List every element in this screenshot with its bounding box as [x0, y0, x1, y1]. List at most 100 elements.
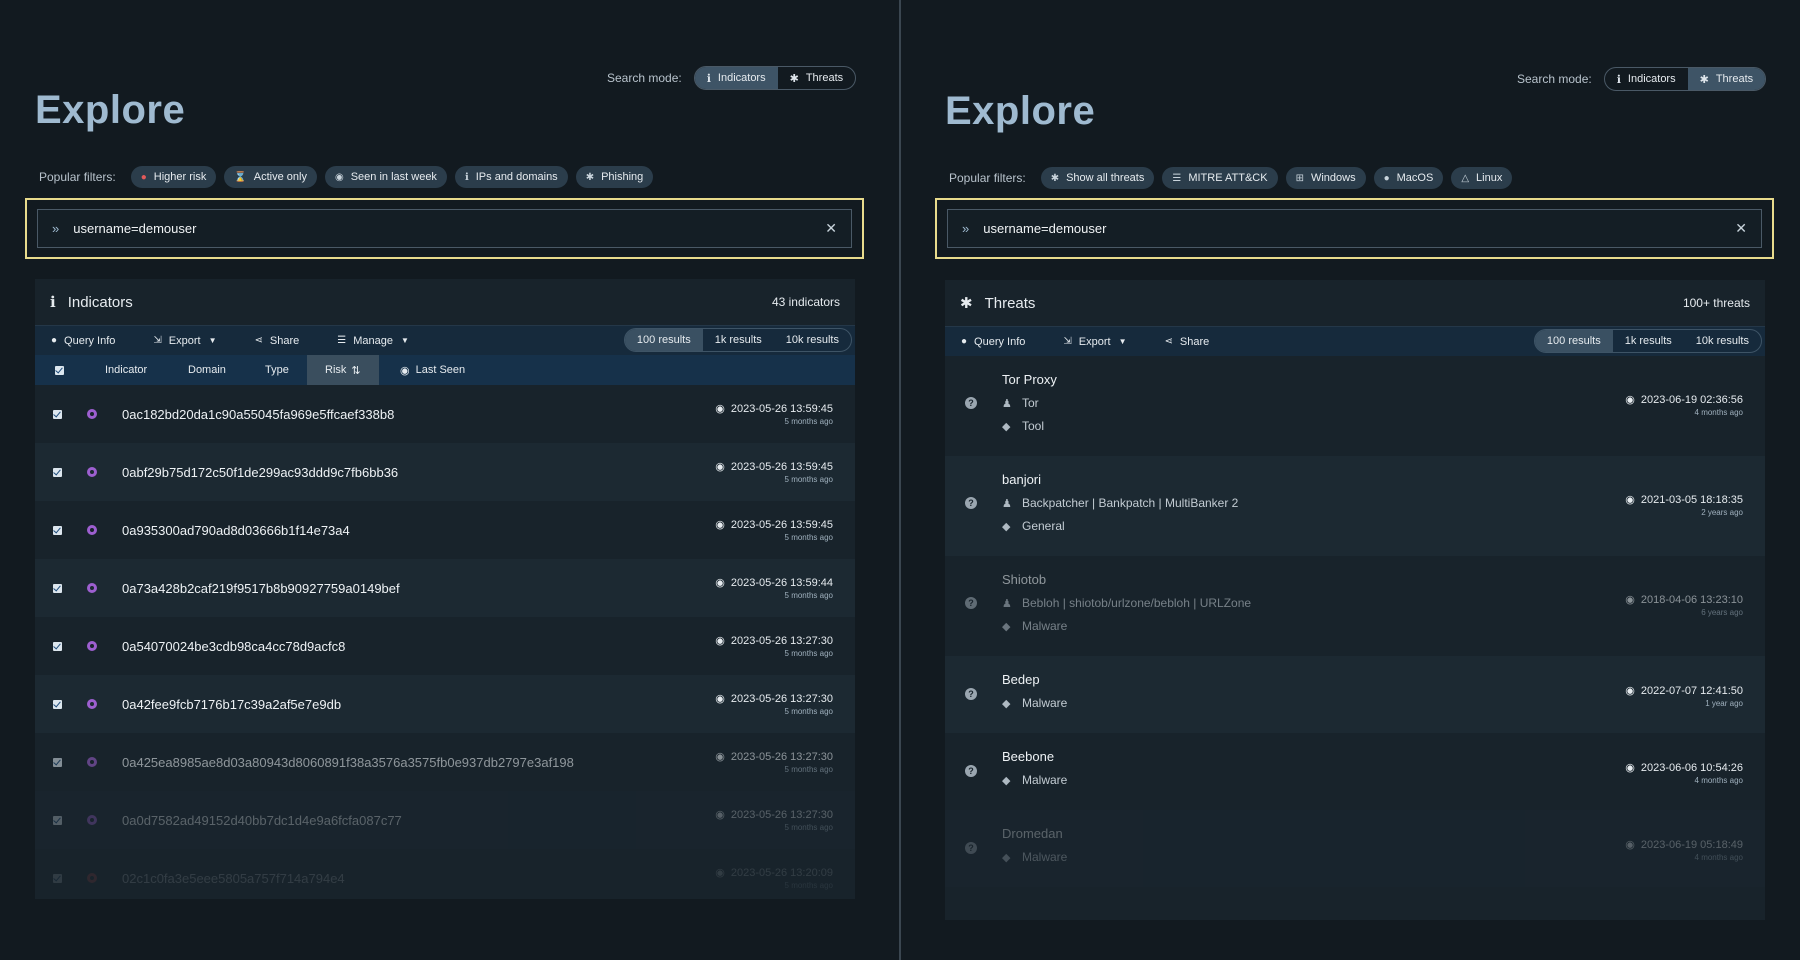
risk-indicator-icon [87, 815, 97, 825]
threat-row[interactable]: ? Beebone ◆ Malware ◉ 2023-06-06 10:54:26 4… [945, 733, 1765, 810]
indicator-hash[interactable]: 02c1c0fa3e5eee5805a757f714a794e4 [122, 871, 345, 886]
table-row[interactable]: 0a73a428b2caf219f9517b8b90927759a0149bef… [35, 559, 855, 617]
threat-tag: ◆ Malware [1002, 850, 1067, 864]
row-checkbox[interactable] [53, 699, 62, 709]
filter-phishing[interactable]: ✱ Phishing [575, 166, 654, 188]
info-circle-icon: ● [51, 335, 58, 346]
share-button[interactable]: ⋖ Share [255, 335, 300, 347]
search-mode: Search mode: ℹ Indicators ✱ Threats [1517, 67, 1767, 91]
row-checkbox[interactable] [53, 525, 62, 535]
search-value[interactable]: username=demouser [983, 221, 1735, 236]
question-icon: ? [965, 765, 977, 777]
results-1k-button[interactable]: 1k results [1613, 330, 1684, 352]
mode-threats-button[interactable]: ✱ Threats [1687, 68, 1766, 90]
results-10k-button[interactable]: 10k results [774, 329, 851, 351]
query-info-button[interactable]: ● Query Info [51, 335, 115, 347]
threat-name[interactable]: banjori [1002, 472, 1041, 487]
table-row[interactable]: 0abf29b75d172c50f1de299ac93ddd9c7fb6bb36… [35, 443, 855, 501]
table-header: Indicator Domain Type Risk ⇅ ◉ Last Seen [35, 355, 855, 385]
clear-icon[interactable]: ✕ [825, 220, 837, 237]
search-input[interactable]: » username=demouser ✕ [37, 209, 852, 248]
table-row[interactable]: 0a935300ad790ad8d03666b1f14e73a4 ◉ 2023-05… [35, 501, 855, 559]
filter-label: IPs and domains [475, 171, 558, 183]
threat-row[interactable]: ? banjori ♟ Backpatcher | Bankpatch | Mul… [945, 456, 1765, 556]
eye-icon: ◉ [1625, 594, 1635, 606]
filter-macos[interactable]: ● MacOS [1373, 167, 1444, 189]
indicator-hash[interactable]: 0a0d7582ad49152d40bb7dc1d4e9a6fcfa087c77 [122, 813, 402, 828]
share-button[interactable]: ⋖ Share [1165, 336, 1210, 348]
row-checkbox[interactable] [53, 641, 62, 651]
filter-active-only[interactable]: ⌛ Active only [224, 166, 317, 188]
table-row[interactable]: 02c1c0fa3e5eee5805a757f714a794e4 ◉ 2023-05… [35, 849, 855, 899]
filter-higher-risk[interactable]: ● Higher risk [130, 166, 217, 188]
col-type[interactable]: Type [265, 355, 289, 385]
threat-row[interactable]: ? Tor Proxy ♟ Tor ◆ Tool ◉ 2023-06-19 02:36… [945, 356, 1765, 456]
col-last-seen[interactable]: ◉ Last Seen [400, 355, 465, 385]
card-header: ℹ Indicators 43 indicators [35, 279, 855, 325]
threat-name[interactable]: Shiotob [1002, 572, 1046, 587]
row-checkbox[interactable] [53, 757, 62, 767]
indicator-hash[interactable]: 0a54070024be3cdb98ca4cc78d9acfc8 [122, 639, 345, 654]
filter-label: Windows [1310, 172, 1356, 184]
mode-indicators-button[interactable]: ℹ Indicators [694, 67, 778, 89]
row-checkbox[interactable] [53, 815, 62, 825]
indicator-hash[interactable]: 0a425ea8985ae8d03a80943d8060891f38a3576a… [122, 755, 574, 770]
export-button[interactable]: ⇲ Export ▼ [153, 335, 216, 347]
export-icon: ⇲ [153, 335, 162, 346]
select-all-checkbox[interactable] [55, 355, 64, 385]
last-seen-date: 2023-05-26 13:27:30 [730, 808, 833, 821]
row-checkbox[interactable] [53, 583, 62, 593]
filter-linux[interactable]: △ Linux [1451, 167, 1513, 189]
results-1k-button[interactable]: 1k results [703, 329, 774, 351]
filter-seen-last-week[interactable]: ◉ Seen in last week [324, 166, 447, 188]
threats-list: ? Tor Proxy ♟ Tor ◆ Tool ◉ 2023-06-19 02:36… [945, 356, 1765, 920]
bug-icon: ✱ [1699, 73, 1709, 86]
table-row[interactable]: 0a42fee9fcb7176b17c39a2af5e7e9db ◉ 2023-05… [35, 675, 855, 733]
col-risk[interactable]: Risk ⇅ [307, 355, 379, 385]
filter-mitre-attack[interactable]: ☰ MITRE ATT&CK [1162, 167, 1278, 189]
mode-indicators-button[interactable]: ℹ Indicators [1605, 68, 1688, 90]
mode-indicators-label: Indicators [717, 72, 766, 84]
indicator-hash[interactable]: 0a73a428b2caf219f9517b8b90927759a0149bef [122, 581, 400, 596]
row-checkbox[interactable] [53, 467, 62, 477]
manage-button[interactable]: ☰ Manage ▼ [337, 335, 409, 347]
indicator-hash[interactable]: 0a42fee9fcb7176b17c39a2af5e7e9db [122, 697, 341, 712]
table-row[interactable]: 0a54070024be3cdb98ca4cc78d9acfc8 ◉ 2023-05… [35, 617, 855, 675]
export-button[interactable]: ⇲ Export ▼ [1063, 336, 1126, 348]
question-icon: ? [965, 688, 977, 700]
mode-threats-button[interactable]: ✱ Threats [778, 67, 856, 89]
table-row[interactable]: 0a425ea8985ae8d03a80943d8060891f38a3576a… [35, 733, 855, 791]
results-limit-toggle: 100 results 1k results 10k results [1533, 329, 1762, 353]
threat-name[interactable]: Bedep [1002, 672, 1040, 687]
threat-name[interactable]: Dromedan [1002, 826, 1063, 841]
results-100-button[interactable]: 100 results [1534, 330, 1613, 352]
indicator-hash[interactable]: 0a935300ad790ad8d03666b1f14e73a4 [122, 523, 350, 538]
row-checkbox[interactable] [53, 873, 62, 883]
filter-windows[interactable]: ⊞ Windows [1285, 167, 1366, 189]
threat-name[interactable]: Tor Proxy [1002, 372, 1057, 387]
threat-aliases: ♟ Backpatcher | Bankpatch | MultiBanker 2 [1002, 496, 1238, 510]
col-domain[interactable]: Domain [188, 355, 226, 385]
indicator-hash[interactable]: 0ac182bd20da1c90a55045fa969e5ffcaef338b8 [122, 407, 394, 422]
search-input[interactable]: » username=demouser ✕ [947, 209, 1762, 248]
tag-icon: ◆ [1002, 851, 1011, 864]
table-row[interactable]: 0a0d7582ad49152d40bb7dc1d4e9a6fcfa087c77… [35, 791, 855, 849]
search-value[interactable]: username=demouser [73, 221, 825, 236]
tag-icon: ◆ [1002, 620, 1011, 633]
threat-row[interactable]: ? Dromedan ◆ Malware ◉ 2023-06-19 05:18:49… [945, 810, 1765, 887]
tag-text: Malware [1022, 696, 1068, 710]
indicator-hash[interactable]: 0abf29b75d172c50f1de299ac93ddd9c7fb6bb36 [122, 465, 398, 480]
filter-show-all-threats[interactable]: ✱ Show all threats [1040, 167, 1155, 189]
row-checkbox[interactable] [53, 409, 62, 419]
threat-name[interactable]: Beebone [1002, 749, 1054, 764]
last-seen: ◉ 2023-05-26 13:27:30 5 months ago [715, 808, 833, 833]
table-row[interactable]: 0ac182bd20da1c90a55045fa969e5ffcaef338b8… [35, 385, 855, 443]
results-10k-button[interactable]: 10k results [1684, 330, 1761, 352]
results-100-button[interactable]: 100 results [624, 329, 703, 351]
filter-ips-domains[interactable]: ℹ IPs and domains [454, 166, 568, 188]
query-info-button[interactable]: ● Query Info [961, 336, 1025, 348]
col-indicator[interactable]: Indicator [105, 355, 147, 385]
clear-icon[interactable]: ✕ [1735, 220, 1747, 237]
threat-row[interactable]: ? Shiotob ♟ Bebloh | shiotob/urlzone/bebl… [945, 556, 1765, 656]
threat-row[interactable]: ? Bedep ◆ Malware ◉ 2022-07-07 12:41:50 1 y… [945, 656, 1765, 733]
